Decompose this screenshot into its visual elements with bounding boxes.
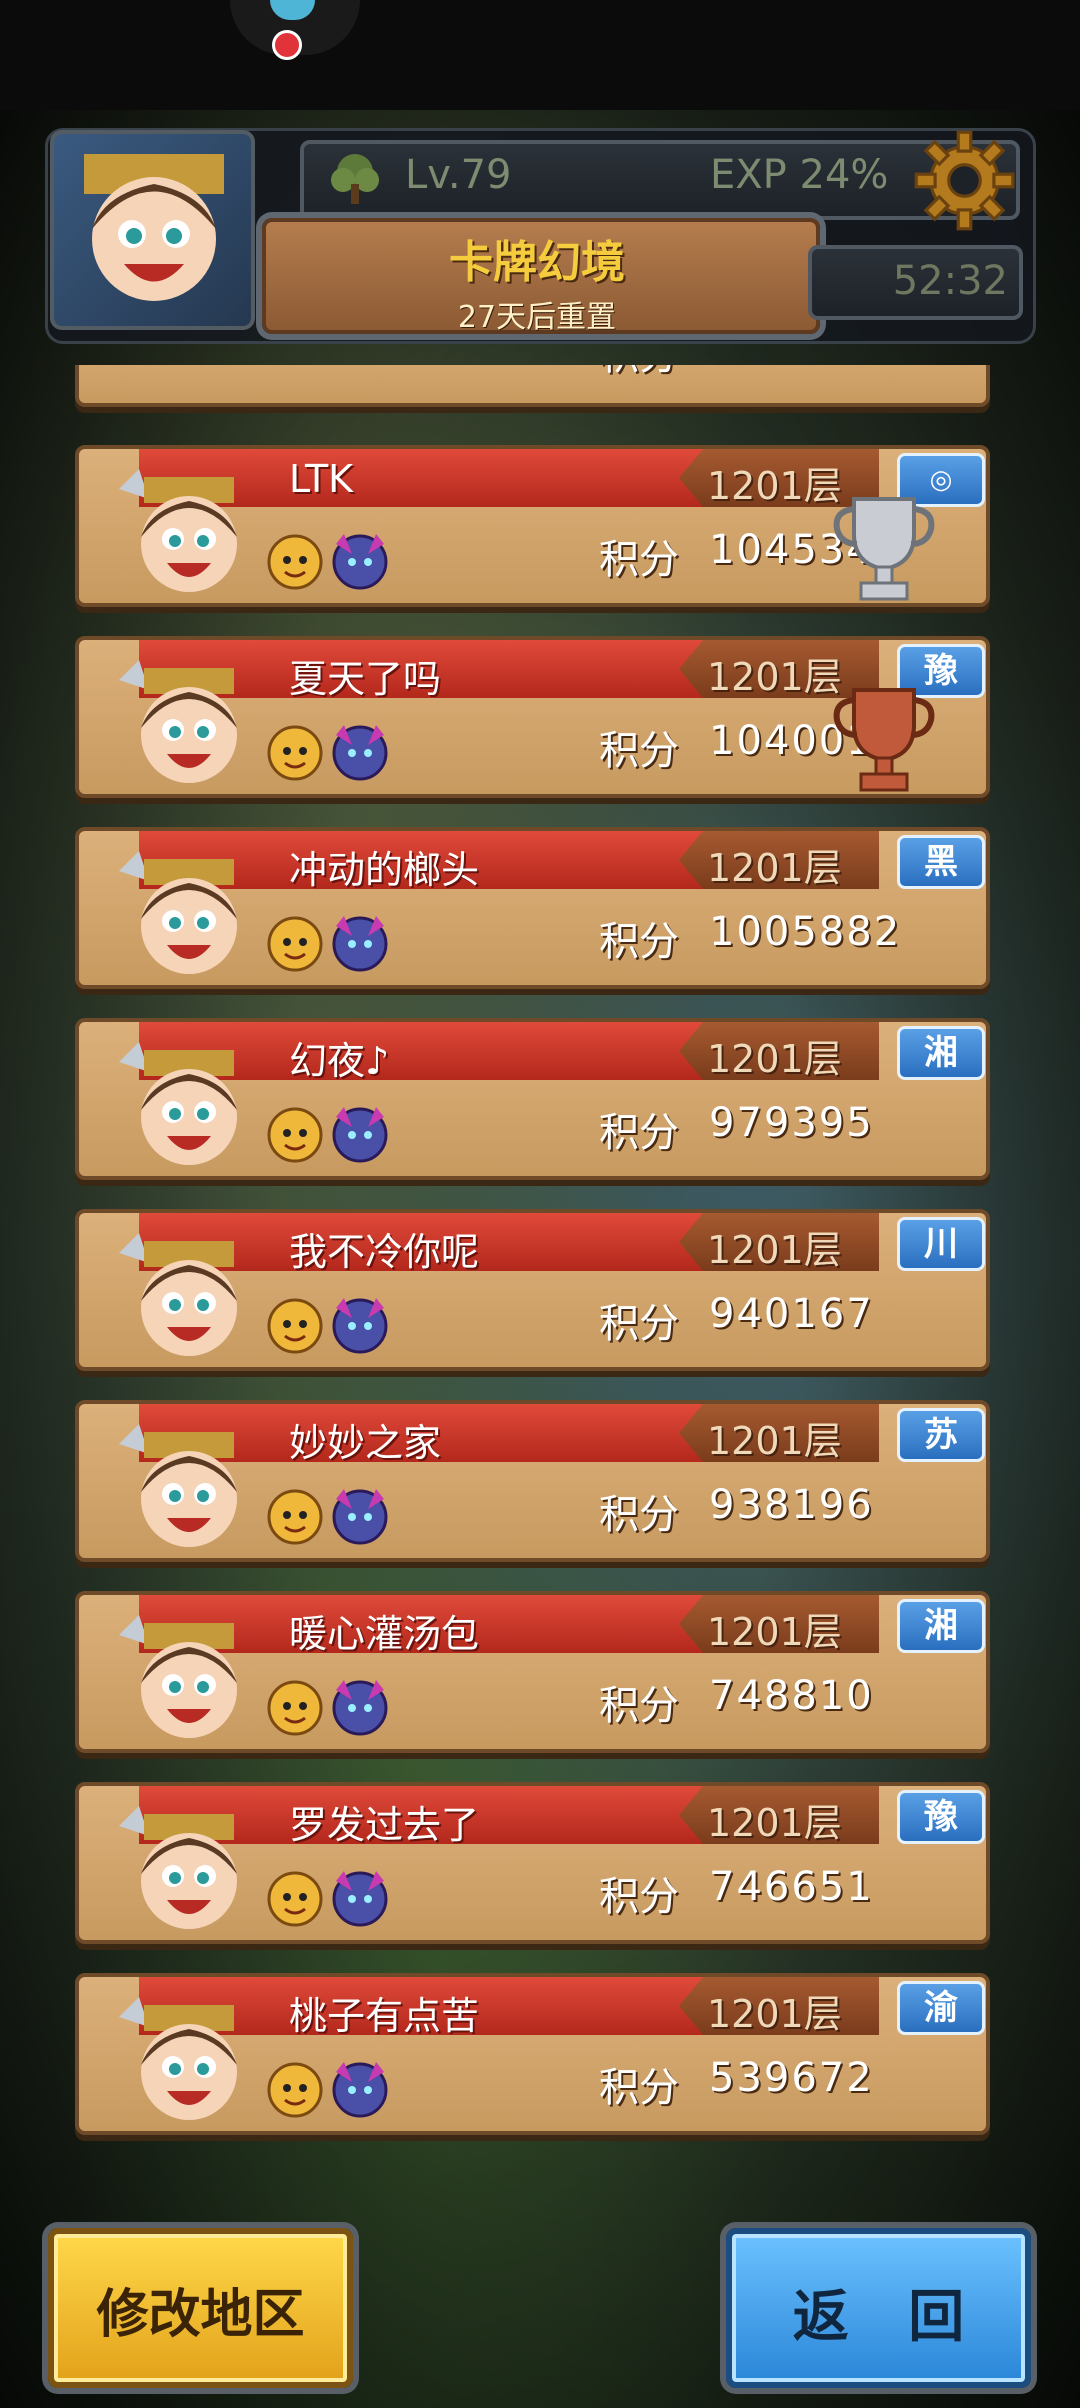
player-name: 罗发过去了: [289, 1803, 480, 1847]
back-button[interactable]: 返 回: [726, 2228, 1031, 2388]
floor-count: 1201层: [707, 1801, 842, 1845]
score-label: 积分: [599, 1301, 679, 1347]
leaderboard-row[interactable]: 罗发过去了 1201层 豫 积分 746651: [75, 1782, 990, 1944]
score-value: 940167: [709, 1291, 874, 1337]
bronze-trophy-icon: [833, 688, 935, 792]
region-badge: 豫: [897, 1790, 985, 1844]
pet-icon: [267, 1871, 323, 1927]
pet-icon: [267, 1489, 323, 1545]
score-value: 938196: [709, 1482, 874, 1528]
floor-count: 1201层: [707, 846, 842, 890]
pet-icon: [332, 2062, 388, 2118]
tree-icon: [331, 154, 379, 204]
floor-count: 1201层: [707, 1419, 842, 1463]
region-badge: 黑: [897, 835, 985, 889]
player-name: LTK: [289, 457, 354, 501]
score-label: 积分: [599, 728, 679, 774]
player-name: 桃子有点苦: [289, 1994, 480, 2038]
leaderboard-row[interactable]: 我不冷你呢 1201层 川 积分 940167: [75, 1209, 990, 1371]
player-portrait: [119, 1233, 237, 1356]
score-value: 979395: [709, 1100, 874, 1146]
timer: 52:32: [892, 258, 1008, 304]
score-value: 1128820: [709, 365, 901, 369]
score-label: 积分: [599, 2065, 679, 2111]
pet-icon: [267, 916, 323, 972]
score-value: 746651: [709, 1864, 874, 1910]
pet-icon: [332, 1298, 388, 1354]
player-portrait: [119, 1997, 237, 2120]
player-portrait: [119, 469, 237, 592]
reset-countdown: 27天后重置: [457, 300, 617, 335]
pet-icon: [267, 1298, 323, 1354]
pet-icon: [267, 1680, 323, 1736]
score-label: 积分: [599, 365, 679, 381]
leaderboard-row[interactable]: 妙妙之家 1201层 苏 积分 938196: [75, 1400, 990, 1562]
notification-dot: [272, 30, 302, 60]
player-portrait: [119, 660, 237, 783]
player-name: 冲动的榔头: [289, 848, 480, 892]
leaderboard-row-partial[interactable]: 积分 1128820: [75, 365, 990, 407]
leaderboard-row[interactable]: LTK 1201层 ◎ 积分 1045349: [75, 445, 990, 607]
player-name: 夏天了吗: [289, 657, 442, 701]
pet-icon: [267, 534, 323, 590]
pet-icon: [332, 1107, 388, 1163]
leaderboard-row[interactable]: 暖心灌汤包 1201层 湘 积分 748810: [75, 1591, 990, 1753]
pet-icon: [332, 534, 388, 590]
floor-count: 1201层: [707, 1037, 842, 1081]
score-label: 积分: [599, 537, 679, 583]
leaderboard-row[interactable]: 冲动的榔头 1201层 黑 积分 1005882: [75, 827, 990, 989]
score-label: 积分: [599, 919, 679, 965]
region-badge: 川: [897, 1217, 985, 1271]
score-label: 积分: [599, 1492, 679, 1538]
floor-count: 1201层: [707, 1610, 842, 1654]
floor-count: 1201层: [707, 1228, 842, 1272]
player-avatar[interactable]: [50, 130, 255, 330]
pet-icon: [267, 1107, 323, 1163]
region-badge: 渝: [897, 1981, 985, 2035]
pet-icon: [267, 725, 323, 781]
pet-icon: [332, 725, 388, 781]
player-level: Lv.79: [405, 152, 512, 198]
score-value: 748810: [709, 1673, 874, 1719]
pet-icon: [332, 1680, 388, 1736]
player-portrait: [119, 851, 237, 974]
player-name: 暖心灌汤包: [289, 1612, 480, 1656]
modify-region-label: 修改地区: [96, 2285, 305, 2345]
player-name: 妙妙之家: [289, 1421, 442, 1465]
back-label: 返 回: [792, 2285, 985, 2350]
player-portrait: [119, 1615, 237, 1738]
score-label: 积分: [599, 1874, 679, 1920]
pet-icon: [332, 1871, 388, 1927]
pet-icon: [332, 1489, 388, 1545]
player-portrait: [119, 1042, 237, 1165]
avatar-portrait-icon: [84, 154, 224, 301]
score-label: 积分: [599, 1110, 679, 1156]
pet-icon: [267, 2062, 323, 2118]
leaderboard-row[interactable]: 幻夜♪ 1201层 湘 积分 979395: [75, 1018, 990, 1180]
region-badge: 湘: [897, 1026, 985, 1080]
player-portrait: [119, 1806, 237, 1929]
score-label: 积分: [599, 1683, 679, 1729]
score-value: 1005882: [709, 909, 902, 955]
floor-count: 1201层: [707, 655, 842, 699]
player-portrait: [119, 1424, 237, 1547]
player-name: 我不冷你呢: [289, 1230, 480, 1274]
leaderboard-row[interactable]: 桃子有点苦 1201层 渝 积分 539672: [75, 1973, 990, 2135]
region-badge: 苏: [897, 1408, 985, 1462]
floor-count: 1201层: [707, 1992, 842, 2036]
score-value: 539672: [709, 2055, 874, 2101]
leaderboard-row[interactable]: 夏天了吗 1201层 豫 积分 1040011: [75, 636, 990, 798]
modify-region-button[interactable]: 修改地区: [48, 2228, 353, 2388]
region-badge: 湘: [897, 1599, 985, 1653]
exp-percent: EXP 24%: [710, 152, 889, 198]
floor-count: 1201层: [707, 464, 842, 508]
pet-icon: [332, 916, 388, 972]
leaderboard-list[interactable]: 积分 1128820 LTK 1201层 ◎ 积分 1045349: [60, 365, 1000, 2145]
player-name: 幻夜♪: [289, 1039, 390, 1083]
event-title: 卡牌幻境: [449, 237, 625, 288]
gear-icon[interactable]: [912, 128, 1017, 233]
silver-trophy-icon: [833, 497, 935, 601]
